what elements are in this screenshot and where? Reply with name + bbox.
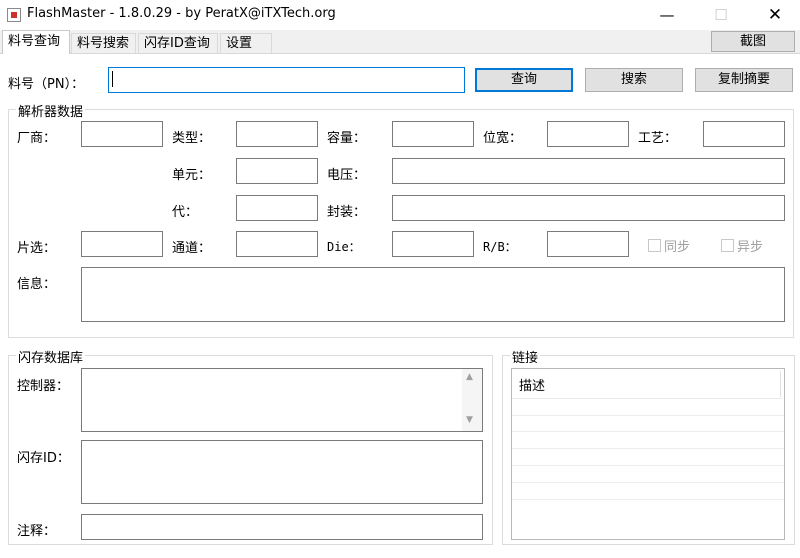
- list-row-line: [512, 431, 784, 432]
- list-row-line: [512, 499, 784, 500]
- package-label: 封装：: [327, 205, 367, 220]
- list-row-line: [512, 465, 784, 466]
- controller-scrollbar[interactable]: ▲ ▼: [462, 369, 482, 431]
- controller-label: 控制器：: [17, 379, 70, 394]
- flash-id-field[interactable]: [81, 440, 483, 504]
- process-field[interactable]: [703, 121, 785, 147]
- links-column-header[interactable]: 描述: [512, 369, 782, 399]
- ce-field[interactable]: [81, 231, 163, 257]
- sync-label: 同步: [664, 240, 691, 255]
- list-row-line: [512, 415, 784, 416]
- cell-field[interactable]: [236, 158, 318, 184]
- maximize-button: ☐: [714, 6, 728, 24]
- search-button[interactable]: 搜索: [585, 68, 683, 92]
- tab-flash-id-query[interactable]: 闪存ID查询: [138, 33, 218, 53]
- type-field[interactable]: [236, 121, 318, 147]
- voltage-field[interactable]: [392, 158, 785, 184]
- package-field[interactable]: [392, 195, 785, 221]
- info-label: 信息：: [17, 277, 57, 292]
- capacity-label: 容量：: [327, 131, 367, 146]
- ce-label: 片选：: [17, 241, 57, 256]
- minimize-button[interactable]: —: [644, 0, 690, 30]
- scroll-up-icon[interactable]: ▲: [466, 372, 473, 382]
- voltage-label: 电压：: [327, 168, 367, 183]
- controller-field[interactable]: [81, 368, 483, 432]
- width-field[interactable]: [547, 121, 629, 147]
- capacity-field[interactable]: [392, 121, 474, 147]
- info-field[interactable]: [81, 267, 785, 322]
- flash-db-group-title: 闪存数据库: [16, 347, 86, 366]
- tab-pn-search[interactable]: 料号搜索: [71, 33, 136, 53]
- generation-label: 代：: [172, 205, 199, 220]
- type-label: 类型：: [172, 131, 212, 146]
- list-row-line: [512, 448, 784, 449]
- query-button[interactable]: 查询: [475, 68, 573, 92]
- async-checkbox: 异步: [721, 236, 763, 255]
- channel-label: 通道：: [172, 241, 212, 256]
- checkbox-box: [648, 239, 661, 252]
- width-label: 位宽：: [483, 131, 523, 146]
- process-label: 工艺：: [638, 131, 678, 146]
- die-label: Die：: [327, 240, 361, 254]
- vendor-field[interactable]: [81, 121, 163, 147]
- text-caret: [112, 71, 113, 87]
- sync-checkbox: 同步: [648, 236, 690, 255]
- pn-input[interactable]: [108, 67, 465, 93]
- rb-field[interactable]: [547, 231, 629, 257]
- scroll-down-icon[interactable]: ▼: [466, 415, 473, 425]
- rb-label: R/B：: [483, 240, 517, 254]
- links-list[interactable]: 描述: [511, 368, 785, 540]
- channel-field[interactable]: [236, 231, 318, 257]
- column-description: 描述: [519, 379, 546, 394]
- copy-summary-button[interactable]: 复制摘要: [695, 68, 793, 92]
- close-button[interactable]: ✕: [752, 0, 798, 30]
- comment-label: 注释：: [17, 524, 57, 539]
- column-divider[interactable]: [780, 371, 781, 397]
- tab-pn-query[interactable]: 料号查询: [2, 30, 70, 54]
- vendor-label: 厂商：: [17, 131, 57, 146]
- generation-field[interactable]: [236, 195, 318, 221]
- tab-settings[interactable]: 设置: [220, 33, 272, 53]
- die-field[interactable]: [392, 231, 474, 257]
- screenshot-button[interactable]: 截图: [711, 31, 795, 52]
- links-group-title: 链接: [510, 347, 541, 366]
- comment-field[interactable]: [81, 514, 483, 540]
- decoder-group-title: 解析器数据: [16, 101, 86, 120]
- cell-label: 单元：: [172, 168, 212, 183]
- window-title: FlashMaster - 1.8.0.29 - by PeratX@iTXTe…: [27, 6, 336, 21]
- async-label: 异步: [737, 240, 764, 255]
- pn-label: 料号（PN）：: [8, 77, 85, 92]
- app-icon: [7, 8, 21, 22]
- list-row-line: [512, 482, 784, 483]
- checkbox-box: [721, 239, 734, 252]
- flash-id-label: 闪存ID：: [17, 451, 70, 466]
